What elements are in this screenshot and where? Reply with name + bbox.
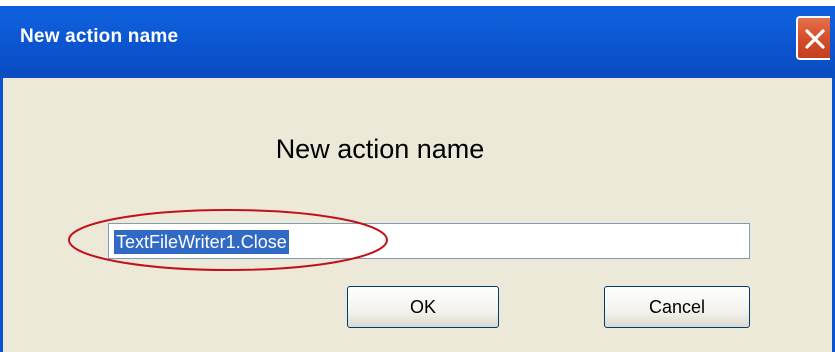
dialog-heading: New action name [275, 134, 485, 164]
close-button[interactable] [796, 16, 830, 60]
action-name-value: TextFileWriter1.Close [114, 230, 289, 254]
action-name-input[interactable]: TextFileWriter1.Close [108, 223, 750, 259]
cancel-button[interactable]: Cancel [604, 286, 750, 328]
top-strip [0, 0, 835, 6]
title-bar[interactable]: New action name [0, 0, 835, 78]
dialog-window: New action name New action name TextFile… [0, 0, 835, 352]
window-title: New action name [20, 26, 179, 47]
window-left-border [0, 78, 10, 352]
close-icon [805, 29, 825, 49]
window-right-border [825, 78, 835, 352]
ok-button[interactable]: OK [347, 286, 499, 328]
